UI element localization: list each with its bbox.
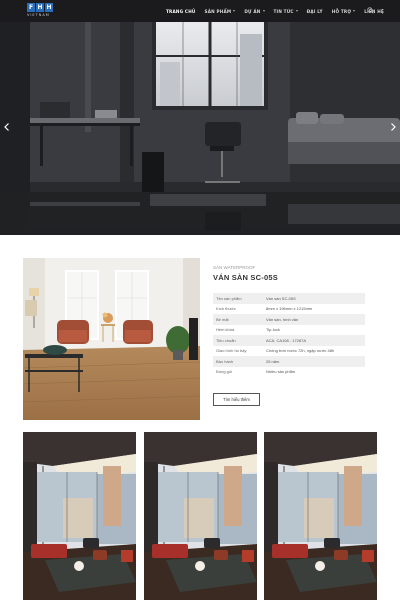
spec-label: Bề mặt [216, 316, 229, 322]
nav-item-news[interactable]: TIN TỨC [274, 9, 298, 14]
spec-value: ACA, CA108 - 17287A [266, 337, 307, 343]
chevron-down-icon [295, 10, 298, 12]
spec-row: Đóng gói Nhiều sản phẩm [213, 367, 365, 378]
chevron-right-icon[interactable] [390, 123, 396, 131]
nav-label: DỰ ÁN [244, 8, 261, 14]
nav-item-dealers[interactable]: ĐẠI LÝ [307, 9, 323, 14]
product-info: SÀN WATERPROOF VÁN SÀN SC-05S Tên sản ph… [213, 265, 365, 377]
gallery-item[interactable] [23, 432, 136, 600]
spec-row: Tiêu chuẩn ACA, CA108 - 17287A [213, 335, 365, 346]
nav-item-products[interactable]: SẢN PHẨM [205, 9, 236, 14]
spec-label: Tên sản phẩm [216, 295, 242, 301]
gallery-item[interactable] [143, 432, 257, 600]
spec-row: Hèm khóa Tip-lock [213, 325, 365, 336]
logo-mark: F H H [27, 3, 55, 12]
product-image [23, 258, 200, 420]
hero-image [0, 22, 400, 235]
spec-label: Giao hình hồ bậy [216, 348, 247, 354]
nav-label: SẢN PHẨM [204, 8, 232, 14]
logo-letter: H [36, 3, 44, 12]
spec-table: Tên sản phẩm Ván sàn SC-05S Kích thước 8mm… [213, 293, 365, 377]
nav-item-home[interactable]: TRANG CHỦ [166, 9, 196, 14]
nav-item-projects[interactable]: DỰ ÁN [244, 8, 265, 14]
project-gallery [23, 432, 377, 600]
chevron-left-icon[interactable] [4, 123, 10, 131]
gallery-item[interactable] [264, 432, 377, 600]
search-icon[interactable] [367, 7, 374, 14]
spec-label: Bảo hành [216, 358, 234, 364]
spec-value: Chống trơn nước 72h, ngập nước 48h [266, 348, 335, 354]
main-nav: TRANG CHỦ SẢN PHẨM DỰ ÁN TIN TỨC ĐẠI LÝ … [166, 0, 393, 22]
spec-value: 25 năm [266, 358, 280, 364]
spec-label: Đóng gói [216, 369, 233, 375]
spec-row: Tên sản phẩm Ván sàn SC-05S [213, 293, 365, 304]
chevron-down-icon [233, 10, 236, 12]
spec-row: Giao hình hồ bậy Chống trơn nước 72h, ngậ… [213, 346, 365, 357]
chevron-down-icon [353, 10, 356, 12]
spec-row: Bảo hành 25 năm [213, 356, 365, 367]
spec-value: Tip-lock [266, 327, 280, 333]
spec-value: 8mm x 196mm x 1215mm [266, 306, 313, 312]
spec-label: Tiêu chuẩn [216, 337, 236, 343]
spec-row: Bề mặt Vân sần, hình vân [213, 314, 365, 325]
top-navbar: F H H VIETNAM TRANG CHỦ SẢN PHẨM DỰ ÁN T… [0, 0, 400, 22]
nav-label: TIN TỨC [273, 8, 294, 14]
lobby-photo [143, 432, 257, 600]
nav-item-support[interactable]: HỖ TRỢ [331, 8, 356, 14]
living-room-photo [23, 258, 200, 420]
logo-letter: F [27, 3, 35, 12]
spec-value: Nhiều sản phẩm [266, 369, 296, 375]
spec-label: Hèm khóa [216, 327, 235, 333]
hero-slider [0, 22, 400, 235]
logo-subtitle: VIETNAM [27, 13, 50, 17]
lobby-photo [23, 432, 136, 600]
nav-label: ĐẠI LÝ [306, 8, 323, 14]
logo[interactable]: F H H VIETNAM [27, 3, 55, 19]
product-category[interactable]: SÀN WATERPROOF [213, 265, 365, 270]
lobby-photo [264, 432, 377, 600]
chevron-down-icon [262, 10, 265, 12]
nav-label: TRANG CHỦ [166, 8, 196, 14]
spec-row: Kích thước 8mm x 196mm x 1215mm [213, 304, 365, 315]
logo-letter: H [45, 3, 53, 12]
spec-value: Vân sần, hình vân [266, 316, 299, 322]
nav-label: HỖ TRỢ [331, 8, 352, 14]
learn-more-button[interactable]: Tìm hiểu thêm [213, 393, 260, 406]
spec-label: Kích thước [216, 306, 236, 312]
product-title: VÁN SÀN SC-05S [213, 273, 278, 282]
spec-value: Ván sàn SC-05S [266, 295, 296, 301]
